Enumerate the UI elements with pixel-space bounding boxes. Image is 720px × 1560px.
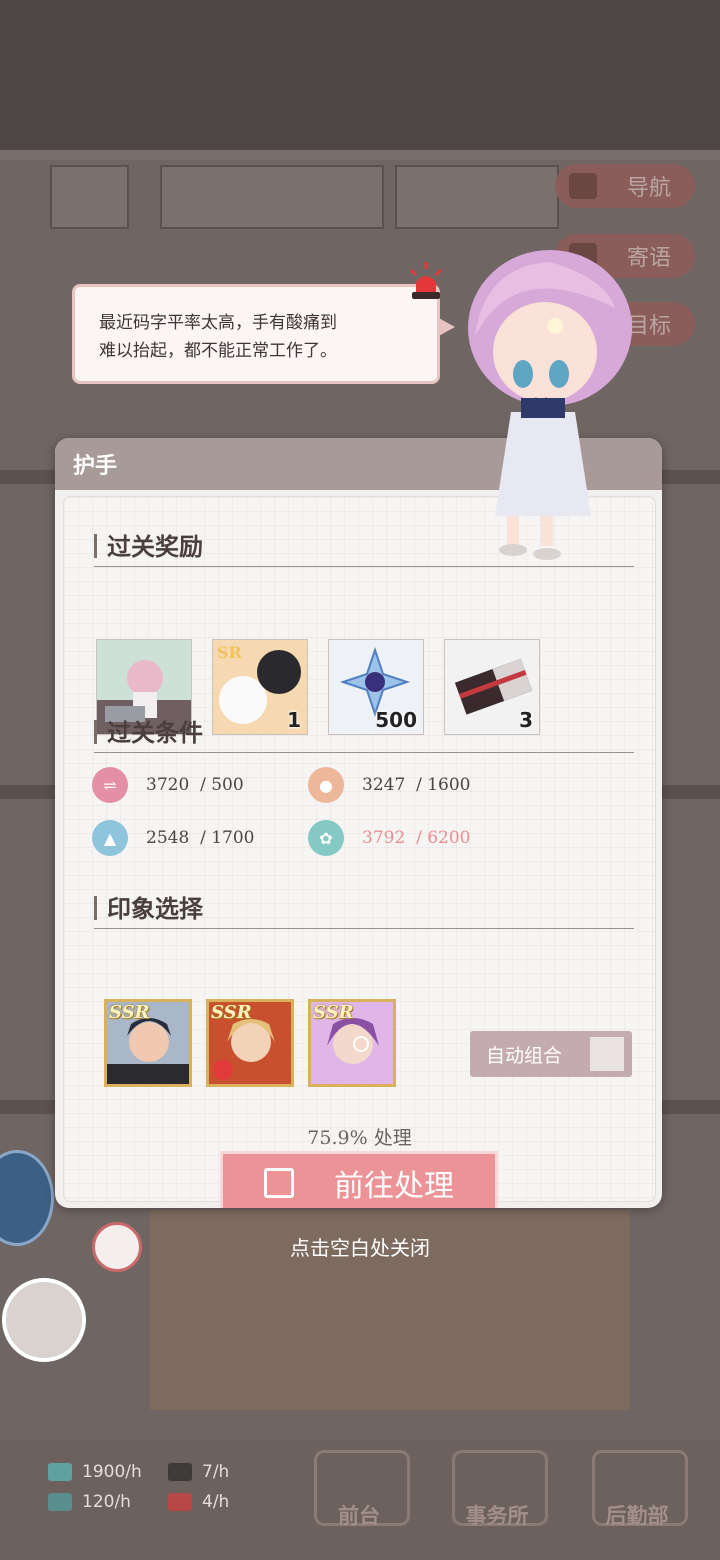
gift-icon (168, 1493, 192, 1511)
progress-text: 75.9% 处理 (307, 1127, 412, 1149)
chibi-character (468, 250, 632, 560)
enter-icon (264, 1168, 294, 1198)
stat-books: 120/h (48, 1492, 131, 1512)
nav-logistics[interactable]: 后勤部 (582, 1440, 692, 1540)
book-icon (48, 1493, 72, 1511)
graduation-icon: ▲ (92, 820, 128, 856)
stat-money: 1900/h (48, 1462, 142, 1482)
condition-creativity: ✿ 3792 / 6200 (308, 820, 470, 856)
svg-text:SR: SR (217, 643, 243, 662)
condition-knowledge: ▲ 2548 / 1700 (92, 820, 254, 856)
wall-panel (160, 165, 384, 229)
card-slot-1[interactable]: SSR (104, 999, 192, 1087)
condition-writing: ⇌ 3720 / 500 (92, 767, 244, 803)
panel-body: 过关奖励 SR 1 500 3 过关条件 ⇌ 3720 / 500 ● 3247… (63, 496, 656, 1208)
nav-front-desk[interactable]: 前台 (304, 1440, 414, 1540)
close-hint[interactable]: 点击空白处关闭 (0, 1232, 720, 1261)
wall-panel (50, 165, 129, 229)
stat-gifts: 4/h (168, 1492, 229, 1512)
map-icon (569, 173, 597, 199)
assistant-icon[interactable] (2, 1278, 86, 1362)
card-slot-3[interactable]: SSR (308, 999, 396, 1087)
person-icon: ● (308, 767, 344, 803)
siren-icon (409, 262, 443, 299)
stat-people: 7/h (168, 1462, 229, 1482)
conditions-title: 过关条件 (94, 713, 634, 753)
impression-title: 印象选择 (94, 889, 634, 929)
flower-icon: ✿ (308, 820, 344, 856)
condition-social: ● 3247 / 1600 (308, 767, 470, 803)
dialog-bubble: 最近码字平率太高，手有酸痛到 难以抬起，都不能正常工作了。 (72, 284, 455, 384)
auto-combine-button[interactable]: 自动组合 (470, 1031, 632, 1077)
card-slot-2[interactable]: SSR (206, 999, 294, 1087)
side-button-nav[interactable]: 导航 (555, 164, 695, 208)
money-icon (48, 1463, 72, 1481)
person-stat-icon (168, 1463, 192, 1481)
cards-icon (590, 1037, 624, 1071)
wall-panel (395, 165, 559, 229)
go-process-button[interactable]: 前往处理 (220, 1151, 498, 1208)
pen-icon: ⇌ (92, 767, 128, 803)
nav-office[interactable]: 事务所 (442, 1440, 552, 1540)
